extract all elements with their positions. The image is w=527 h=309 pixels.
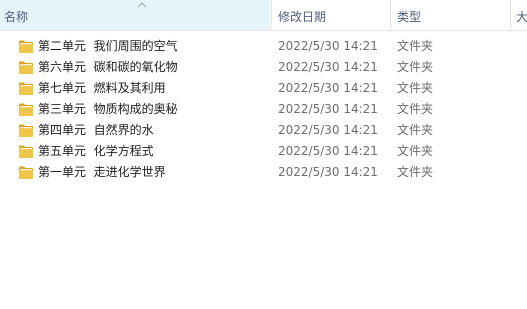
column-divider[interactable] bbox=[510, 0, 511, 30]
file-date-modified: 2022/5/30 14:21 bbox=[278, 81, 378, 95]
file-type: 文件夹 bbox=[397, 165, 434, 179]
folder-icon bbox=[19, 166, 33, 179]
file-type: 文件夹 bbox=[397, 144, 434, 158]
list-item[interactable]: 第七单元 燃料及其利用 2022/5/30 14:21 文件夹 bbox=[0, 78, 527, 99]
file-date-modified: 2022/5/30 14:21 bbox=[278, 39, 378, 53]
file-type: 文件夹 bbox=[397, 123, 434, 137]
file-list: 第二单元 我们周围的空气 2022/5/30 14:21 文件夹 第六单元 碳和… bbox=[0, 36, 527, 183]
file-date-modified: 2022/5/30 14:21 bbox=[278, 144, 378, 158]
list-item[interactable]: 第二单元 我们周围的空气 2022/5/30 14:21 文件夹 bbox=[0, 36, 527, 57]
list-item[interactable]: 第一单元 走进化学世界 2022/5/30 14:21 文件夹 bbox=[0, 162, 527, 183]
list-item[interactable]: 第三单元 物质构成的奥秘 2022/5/30 14:21 文件夹 bbox=[0, 99, 527, 120]
folder-icon bbox=[19, 82, 33, 95]
sort-up-chevron-icon bbox=[137, 2, 147, 8]
file-type: 文件夹 bbox=[397, 102, 434, 116]
file-date-modified: 2022/5/30 14:21 bbox=[278, 60, 378, 74]
file-name: 第七单元 燃料及其利用 bbox=[38, 81, 166, 95]
column-header-name[interactable]: 名称 bbox=[0, 0, 270, 30]
file-type: 文件夹 bbox=[397, 39, 434, 53]
list-item[interactable]: 第六单元 碳和碳的氧化物 2022/5/30 14:21 文件夹 bbox=[0, 57, 527, 78]
file-date-modified: 2022/5/30 14:21 bbox=[278, 102, 378, 116]
file-name: 第二单元 我们周围的空气 bbox=[38, 39, 178, 53]
file-name: 第三单元 物质构成的奥秘 bbox=[38, 102, 178, 116]
column-header-type[interactable]: 类型 bbox=[391, 0, 510, 30]
folder-icon bbox=[19, 40, 33, 53]
file-type: 文件夹 bbox=[397, 81, 434, 95]
list-item[interactable]: 第五单元 化学方程式 2022/5/30 14:21 文件夹 bbox=[0, 141, 527, 162]
column-header-date-modified[interactable]: 修改日期 bbox=[272, 0, 389, 30]
file-name: 第四单元 自然界的水 bbox=[38, 123, 154, 137]
folder-icon bbox=[19, 124, 33, 137]
list-item[interactable]: 第四单元 自然界的水 2022/5/30 14:21 文件夹 bbox=[0, 120, 527, 141]
file-type: 文件夹 bbox=[397, 60, 434, 74]
file-name: 第五单元 化学方程式 bbox=[38, 144, 154, 158]
column-header-bar: 名称 修改日期 类型 大小 bbox=[0, 0, 527, 31]
file-name: 第一单元 走进化学世界 bbox=[38, 165, 166, 179]
folder-icon bbox=[19, 103, 33, 116]
folder-icon bbox=[19, 61, 33, 74]
file-date-modified: 2022/5/30 14:21 bbox=[278, 165, 378, 179]
folder-icon bbox=[19, 145, 33, 158]
file-date-modified: 2022/5/30 14:21 bbox=[278, 123, 378, 137]
file-explorer-list: 名称 修改日期 类型 大小 第二单元 我们周围的空气 2022/5/30 14:… bbox=[0, 0, 527, 309]
file-name: 第六单元 碳和碳的氧化物 bbox=[38, 60, 178, 74]
column-header-size[interactable]: 大小 bbox=[512, 0, 527, 30]
